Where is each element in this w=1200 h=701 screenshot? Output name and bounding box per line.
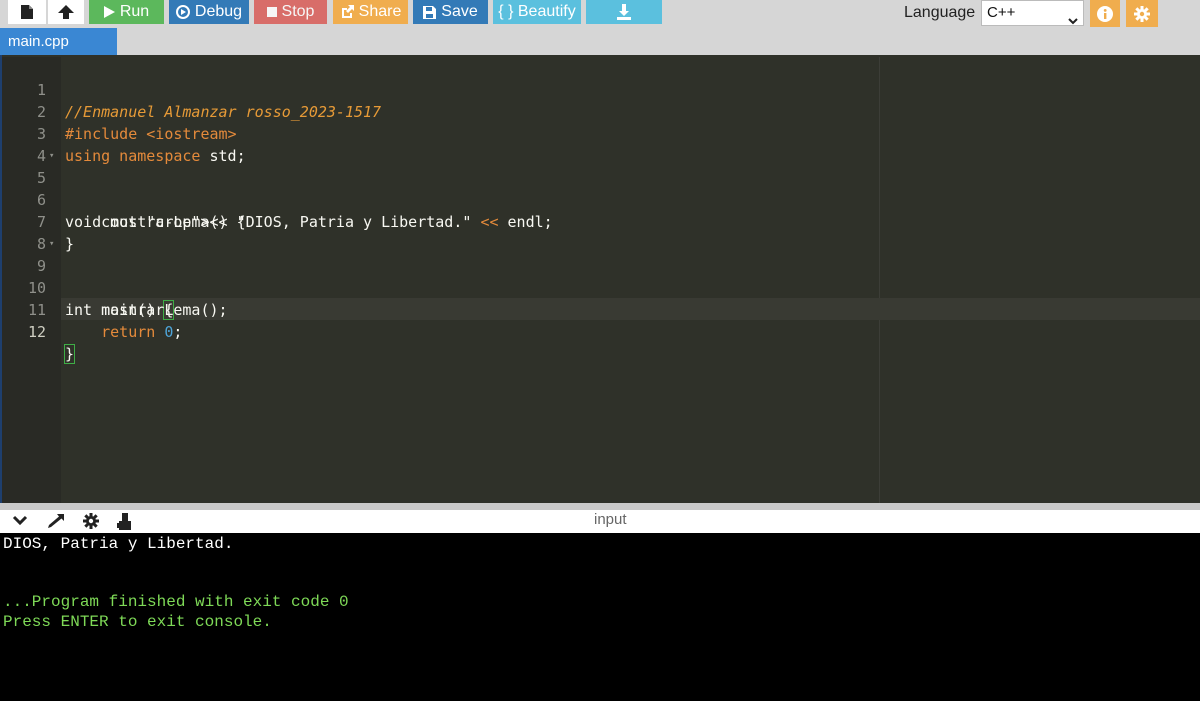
line-number: 12 xyxy=(27,323,46,341)
code-line: 11 return 0; xyxy=(0,277,1200,341)
new-file-icon xyxy=(21,5,33,19)
save-label: Save xyxy=(441,3,478,20)
code-line: 5 ▾ void mostrarLema() { xyxy=(0,145,1200,231)
settings-button[interactable] xyxy=(1126,0,1158,27)
fold-arrow-icon[interactable]: ▾ xyxy=(49,145,54,167)
console-line: ...Program finished with exit code 0 xyxy=(3,593,349,611)
upload-icon xyxy=(58,5,74,19)
run-button[interactable]: Run xyxy=(89,0,164,24)
console-toolbar: input xyxy=(0,510,1200,533)
download-icon xyxy=(616,4,632,20)
language-value: C++ xyxy=(987,4,1016,21)
code-text: return 0; xyxy=(101,323,183,341)
code-text: } xyxy=(63,344,76,364)
stop-label: Stop xyxy=(281,3,315,20)
tab-bar: main.cpp xyxy=(0,28,1200,55)
play-icon xyxy=(103,6,115,18)
terminal-icon[interactable] xyxy=(117,513,133,530)
share-label: Share xyxy=(358,3,402,20)
code-line: 12 } xyxy=(0,299,1200,364)
save-button[interactable]: Save xyxy=(413,0,488,24)
console-output[interactable]: DIOS, Patria y Libertad. ...Program fini… xyxy=(0,533,1200,701)
download-button[interactable] xyxy=(586,0,662,24)
code-line: 7 } xyxy=(0,189,1200,253)
panel-splitter[interactable] xyxy=(0,503,1200,510)
code-line: 4 xyxy=(0,123,1200,165)
code-editor[interactable]: 1 //Enmanuel Almanzar rosso_2023-1517 2 … xyxy=(0,57,1200,503)
toolbar: Run Debug Stop Share Save { } Beautify L… xyxy=(0,0,1200,28)
gear-icon xyxy=(1134,5,1150,22)
tab-label: main.cpp xyxy=(8,33,69,50)
stop-icon xyxy=(266,7,277,17)
info-button[interactable] xyxy=(1090,0,1120,27)
console-line: DIOS, Patria y Libertad. xyxy=(3,535,234,553)
fold-arrow-icon[interactable]: ▾ xyxy=(49,233,54,255)
code-line: 1 //Enmanuel Almanzar rosso_2023-1517 xyxy=(0,57,1200,121)
code-line: 3 using namespace std; xyxy=(0,101,1200,165)
share-button[interactable]: Share xyxy=(333,0,408,24)
new-file-button[interactable] xyxy=(8,0,46,24)
tab-main-cpp[interactable]: main.cpp xyxy=(0,28,117,55)
code-line: 9 ▾ int main() { xyxy=(0,233,1200,320)
language-select[interactable]: C++ xyxy=(981,0,1084,26)
chevron-down-icon[interactable] xyxy=(12,515,28,526)
debug-button[interactable]: Debug xyxy=(169,0,249,24)
share-icon xyxy=(340,5,354,19)
beautify-button[interactable]: { } Beautify xyxy=(493,0,581,24)
stop-button[interactable]: Stop xyxy=(254,0,327,24)
code-line: 8 xyxy=(0,211,1200,253)
expand-icon[interactable] xyxy=(47,513,65,529)
debug-icon xyxy=(175,5,190,19)
code-line: 10 mostrarLema(); xyxy=(0,255,1200,319)
code-line: 6 cout "c-op"><< "DIOS, Patria y Liberta… xyxy=(0,167,1200,231)
code-line: 2 #include <iostream> xyxy=(0,79,1200,143)
save-icon xyxy=(423,5,437,19)
console-title: input xyxy=(594,511,627,528)
beautify-label: { } Beautify xyxy=(498,3,576,20)
console-line: Press ENTER to exit console. xyxy=(3,613,272,631)
upload-button[interactable] xyxy=(48,0,84,24)
info-icon xyxy=(1097,5,1113,22)
language-label: Language xyxy=(904,4,976,21)
debug-label: Debug xyxy=(194,3,243,20)
gear-icon[interactable] xyxy=(83,513,99,529)
run-label: Run xyxy=(119,3,150,20)
